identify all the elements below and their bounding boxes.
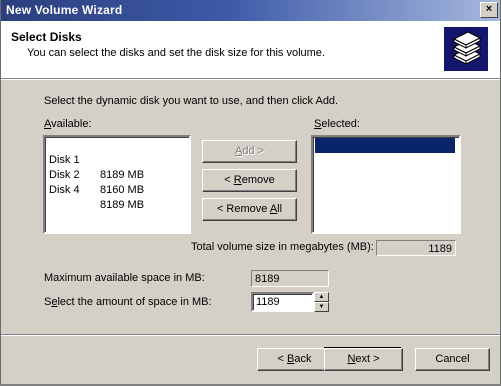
back-button-rest: ack xyxy=(294,353,312,365)
back-button-prefix: < xyxy=(277,353,287,365)
cancel-button[interactable]: Cancel xyxy=(415,348,490,371)
remove-button[interactable]: < Remove xyxy=(202,169,297,192)
spin-up-icon[interactable]: ▲ xyxy=(314,292,329,302)
selected-label-rest: elected: xyxy=(321,118,360,130)
total-size-label: Total volume size in megabytes (MB): xyxy=(191,241,374,253)
remove-all-button[interactable]: < Remove All xyxy=(202,198,297,221)
amount-spinner[interactable]: ▲ ▼ xyxy=(314,292,329,312)
list-item[interactable]: Disk 2 8160 MB xyxy=(47,153,144,196)
instructions-text: Select the dynamic disk you want to use,… xyxy=(44,95,339,107)
disk-size: 8189 MB xyxy=(100,169,145,181)
close-icon[interactable]: × xyxy=(480,2,498,18)
disk-size: 1189 MB xyxy=(368,169,412,181)
add-button-rest: dd > xyxy=(242,145,265,157)
title-bar[interactable]: New Volume Wizard × xyxy=(1,0,500,21)
page-title: Select Disks xyxy=(11,30,82,44)
remove-button-access: R xyxy=(233,174,242,186)
disk-size: 8160 MB xyxy=(100,184,145,196)
remove-button-prefix: < xyxy=(224,174,234,186)
spin-down-icon[interactable]: ▼ xyxy=(314,302,329,312)
amount-input[interactable]: 1189 xyxy=(251,292,314,312)
wizard-header: Select Disks You can select the disks an… xyxy=(1,21,500,79)
disk-name: Disk 4 xyxy=(49,184,80,196)
amount-label-rest: lect the amount of space in MB: xyxy=(57,296,212,308)
remove-all-rest: ll xyxy=(277,203,283,215)
disk-name: Disk 0 xyxy=(317,154,348,166)
footer-divider xyxy=(1,334,500,336)
max-space-value: 8189 xyxy=(251,270,329,287)
available-label-rest: vailable: xyxy=(51,118,92,130)
disks-stack-icon xyxy=(444,27,488,71)
total-size-value: 1189 xyxy=(376,240,456,256)
list-item[interactable]: Disk 4 8189 MB xyxy=(47,168,144,211)
disk-size: 8189 MB xyxy=(100,199,145,211)
selected-disks-list[interactable]: Disk 0 1189 MB xyxy=(311,135,461,234)
window-title: New Volume Wizard xyxy=(6,3,123,17)
list-item[interactable]: Disk 1 8189 MB xyxy=(47,138,144,181)
selected-label: Selected: xyxy=(314,118,360,130)
max-space-label: Maximum available space in MB: xyxy=(44,272,205,284)
remove-button-rest: emove xyxy=(241,174,275,186)
amount-label: Select the amount of space in MB: xyxy=(44,296,212,308)
header-divider xyxy=(1,79,500,80)
remove-all-prefix: < Remove xyxy=(216,203,270,215)
next-button[interactable]: Next > xyxy=(324,348,403,371)
add-button[interactable]: Add > xyxy=(202,140,297,163)
page-subtitle: You can select the disks and set the dis… xyxy=(27,47,325,59)
back-button[interactable]: < Back xyxy=(257,348,332,371)
next-button-rest: ext > xyxy=(355,353,380,365)
list-item[interactable]: Disk 0 1189 MB xyxy=(315,138,455,181)
available-disks-list[interactable]: Disk 1 8189 MB Disk 2 8160 MB Disk 4 818… xyxy=(43,135,191,234)
available-label: Available: xyxy=(44,118,92,130)
wizard-window: New Volume Wizard × Select Disks You can… xyxy=(0,0,501,385)
